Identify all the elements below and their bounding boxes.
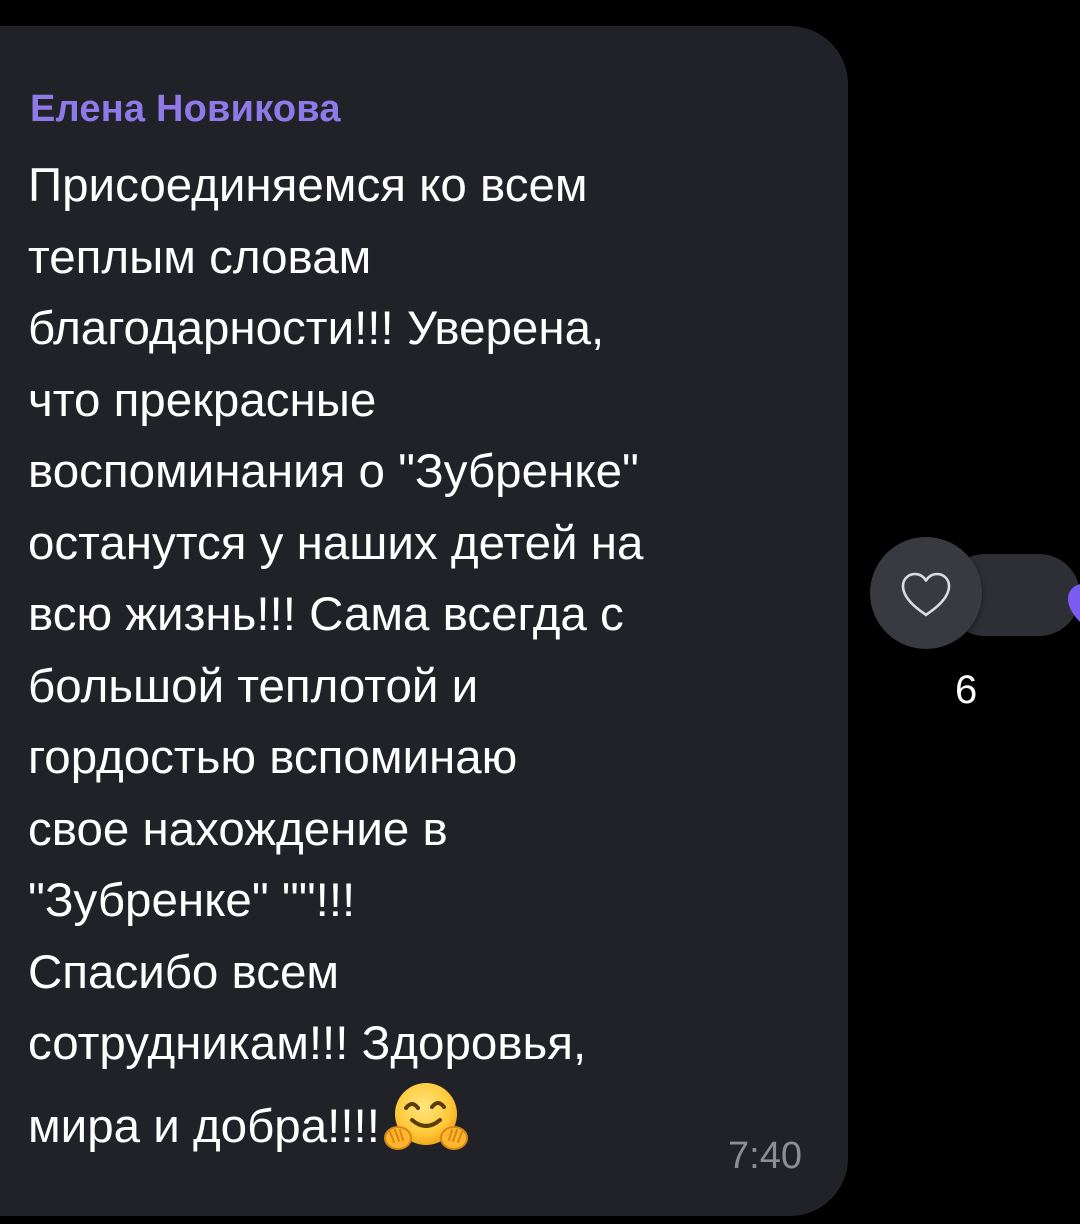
message-line: свое нахождение в xyxy=(28,802,448,856)
message-line: сотрудникам!!! Здоровья, xyxy=(28,1017,587,1070)
message-line: Присоединяемся ко всем xyxy=(28,159,588,212)
message-timestamp: 7:40 xyxy=(728,1135,802,1177)
message-line-text: мира и добра!!!! xyxy=(28,1099,380,1153)
message-line: теплым словам xyxy=(28,230,372,284)
message-text: Присоединяемся ко всем теплым словам бла… xyxy=(28,150,818,1153)
message-line: "Зубренке" ""!!! xyxy=(28,874,356,927)
hugging-face-emoji xyxy=(383,1080,468,1156)
message-line: благодарности!!! Уверена, xyxy=(28,302,605,355)
reaction-count: 6 xyxy=(955,668,978,712)
heart-outline-icon xyxy=(901,572,951,617)
message-line: большой теплотой и xyxy=(28,659,479,713)
message-line: гордостью вспоминаю xyxy=(28,731,518,784)
add-reaction-button[interactable] xyxy=(870,537,982,649)
message-line: останутся у наших детей на xyxy=(28,516,644,570)
message-line: что прекрасные xyxy=(28,373,377,427)
message-line: всю жизнь!!! Сама всегда с xyxy=(28,588,624,641)
message-line: воспоминания о "Зубренке" xyxy=(28,445,639,498)
purple-heart-icon xyxy=(1068,584,1080,622)
sender-name[interactable]: Елена Новикова xyxy=(30,88,341,131)
message-line: Спасибо всем xyxy=(28,945,340,999)
message-line-last: мира и добра!!!! xyxy=(28,1080,818,1153)
message-bubble[interactable]: Елена Новикова Присоединяемся ко всем те… xyxy=(0,26,848,1216)
reaction-bar xyxy=(870,537,1080,652)
